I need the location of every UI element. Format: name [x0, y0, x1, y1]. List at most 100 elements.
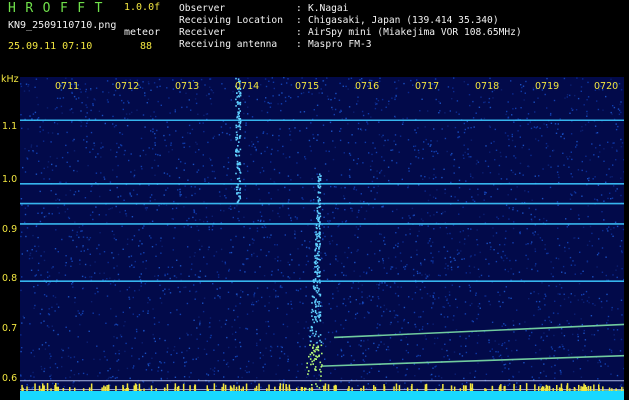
noise-speck [519, 162, 522, 165]
noise-speck [428, 274, 430, 276]
echo-speck [317, 218, 319, 221]
noise-speck [195, 213, 197, 215]
noise-speck [131, 264, 133, 266]
noise-speck [189, 290, 191, 292]
noise-spike [182, 383, 185, 391]
noise-speck [377, 296, 379, 298]
noise-speck [599, 144, 601, 146]
noise-speck [89, 237, 92, 239]
noise-speck [429, 215, 431, 217]
noise-speck [407, 322, 409, 324]
noise-speck [220, 227, 222, 230]
noise-speck [232, 90, 234, 93]
noise-speck [360, 376, 363, 378]
noise-speck [390, 266, 393, 268]
noise-speck [443, 246, 445, 248]
noise-speck [290, 219, 292, 222]
noise-speck [153, 317, 156, 319]
noise-speck [305, 295, 307, 297]
noise-speck [384, 282, 386, 284]
noise-speck [508, 145, 510, 147]
noise-speck [172, 88, 175, 90]
noise-speck [587, 178, 589, 180]
noise-speck [173, 361, 175, 364]
noise-speck [289, 130, 292, 133]
noise-speck [247, 77, 249, 80]
noise-speck [160, 362, 162, 364]
noise-speck [89, 253, 91, 255]
echo-speck [313, 359, 315, 362]
noise-speck [512, 208, 514, 211]
noise-speck [562, 152, 564, 154]
noise-speck [497, 218, 500, 220]
noise-speck [506, 257, 508, 259]
noise-speck [621, 268, 623, 270]
noise-speck [326, 95, 329, 97]
noise-speck [405, 374, 407, 376]
noise-speck [288, 128, 291, 130]
noise-speck [276, 345, 279, 348]
noise-speck [420, 175, 422, 177]
noise-speck [203, 297, 206, 299]
noise-speck [582, 226, 585, 228]
noise-speck [463, 131, 466, 134]
echo-speck [315, 254, 318, 257]
noise-speck [469, 372, 471, 374]
noise-speck [161, 245, 163, 248]
noise-speck [381, 136, 383, 138]
noise-speck [209, 322, 211, 324]
noise-speck [135, 328, 138, 331]
noise-speck [564, 272, 566, 274]
noise-speck [378, 370, 380, 372]
noise-speck [155, 255, 157, 257]
noise-speck [205, 207, 208, 209]
echo-speck [319, 368, 321, 371]
noise-speck [235, 235, 237, 238]
noise-speck [440, 313, 442, 316]
noise-speck [176, 309, 178, 311]
noise-speck [554, 300, 556, 302]
noise-speck [169, 277, 171, 280]
noise-speck [439, 110, 441, 112]
noise-speck [101, 114, 104, 117]
noise-speck [277, 212, 279, 215]
noise-speck [594, 125, 597, 127]
noise-speck [593, 334, 596, 336]
echo-speck [311, 295, 314, 298]
noise-speck [99, 272, 101, 275]
noise-speck [541, 135, 543, 137]
noise-speck [613, 329, 615, 331]
noise-speck [40, 255, 42, 257]
noise-speck [251, 141, 253, 143]
noise-speck [96, 287, 98, 289]
noise-speck [542, 339, 545, 342]
echo-speck [319, 293, 322, 296]
noise-speck [174, 376, 177, 378]
noise-speck [342, 302, 344, 305]
echo-speck [317, 185, 319, 187]
noise-speck [297, 151, 299, 154]
noise-speck [526, 228, 528, 230]
noise-speck [333, 186, 336, 188]
noise-speck [602, 229, 604, 232]
noise-speck [167, 266, 170, 268]
noise-speck [238, 210, 240, 213]
noise-speck [350, 362, 352, 365]
noise-speck [143, 252, 145, 254]
noise-speck [287, 303, 289, 305]
noise-speck [163, 361, 166, 364]
noise-speck [568, 247, 570, 250]
noise-speck [311, 178, 313, 180]
noise-speck [237, 217, 239, 220]
noise-spike [602, 386, 604, 391]
noise-speck [530, 365, 533, 368]
noise-speck [120, 335, 123, 338]
noise-speck [33, 376, 35, 378]
noise-speck [288, 199, 290, 201]
noise-speck [116, 360, 118, 362]
noise-speck [69, 109, 71, 111]
noise-spike [235, 386, 238, 391]
noise-speck [497, 252, 499, 254]
echo-speck [315, 260, 317, 262]
echo-speck [316, 385, 318, 388]
